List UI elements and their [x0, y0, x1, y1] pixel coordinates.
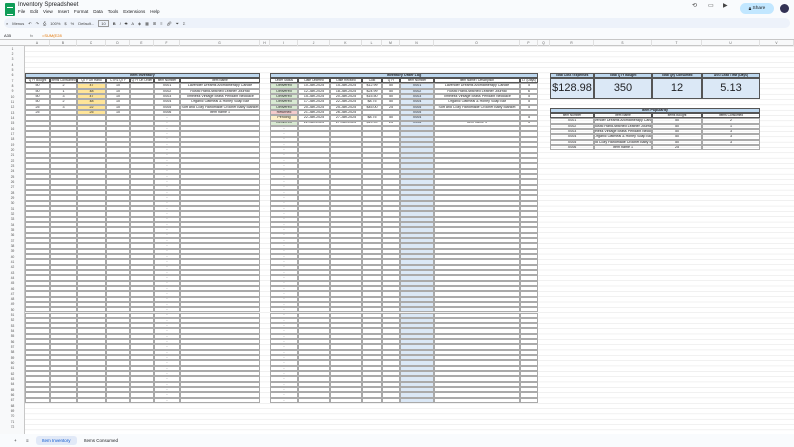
empty-cell[interactable] — [434, 397, 520, 404]
empty-cell[interactable]: - — [270, 397, 298, 404]
formula-input[interactable]: =SUM(E28 — [42, 33, 62, 38]
formula-bar: A35 fx =SUM(E28 — [0, 32, 794, 40]
column-header[interactable]: B — [50, 40, 77, 46]
sheets-logo-icon[interactable] — [5, 3, 15, 16]
empty-cell[interactable] — [50, 397, 77, 404]
column-header[interactable]: A — [25, 40, 50, 46]
column-header[interactable]: E — [130, 40, 154, 46]
fx-icon: fx — [30, 33, 34, 38]
column-header[interactable]: M — [382, 40, 400, 46]
row-header[interactable]: 72 — [0, 424, 25, 429]
font-size-input[interactable]: 10 — [98, 19, 109, 27]
link-icon[interactable]: 🔗︎ — [167, 21, 172, 26]
document-title[interactable]: Inventory Spreadsheet — [18, 2, 78, 8]
print-icon[interactable]: ⎙ — [43, 21, 46, 26]
menu-view[interactable]: View — [43, 9, 53, 14]
toolbar: ⌕ Menus ↶ ↷ ⎙ 100% $ % Default... 10 B I… — [4, 18, 790, 28]
menu-tools[interactable]: Tools — [108, 9, 119, 14]
font-select[interactable]: Default... — [78, 21, 94, 26]
column-header[interactable]: I — [270, 40, 298, 46]
column-header[interactable]: V — [760, 40, 794, 46]
column-header[interactable]: C — [77, 40, 106, 46]
empty-cell[interactable]: - — [154, 397, 180, 404]
column-header[interactable]: J — [298, 40, 330, 46]
tab-item-inventory[interactable]: Item Inventory — [36, 436, 77, 445]
popularity-cell[interactable]: X006 — [550, 145, 594, 151]
column-header[interactable]: U — [702, 40, 760, 46]
redo-icon[interactable]: ↷ — [36, 21, 39, 26]
kpi-value[interactable]: $128.98 — [550, 77, 594, 100]
borders-icon[interactable]: ▦ — [145, 21, 149, 26]
name-box[interactable]: A35 — [0, 33, 30, 38]
strikethrough-button[interactable]: S — [125, 21, 128, 26]
empty-cell[interactable] — [400, 397, 434, 404]
functions-icon[interactable]: Σ — [183, 21, 185, 26]
column-header[interactable]: D — [106, 40, 130, 46]
empty-cell[interactable] — [130, 397, 154, 404]
empty-cell[interactable] — [330, 397, 362, 404]
spreadsheet-grid[interactable]: 1 2 3 4 5 6 7 8 9 10 11 12 13 14 15 16 17 18 19 20 21 22 23 24 2… — [0, 40, 794, 434]
all-sheets-icon[interactable]: ≡ — [20, 436, 35, 445]
kpi-value[interactable]: 5.13 — [702, 77, 760, 100]
menu-extensions[interactable]: Extensions — [123, 9, 145, 14]
column-header[interactable]: F — [154, 40, 180, 46]
italic-button[interactable]: I — [120, 21, 121, 26]
popularity-cell[interactable]: Item name 1 — [594, 145, 652, 151]
history-icon[interactable]: ⟲ — [692, 2, 697, 9]
menu-data[interactable]: Data — [93, 9, 103, 14]
fill-color-icon[interactable]: ◈ — [138, 21, 141, 26]
comment-icon[interactable]: ▭ — [708, 2, 714, 9]
bold-button[interactable]: B — [113, 21, 116, 26]
text-color-button[interactable]: A — [131, 21, 134, 26]
empty-cell[interactable] — [106, 397, 130, 404]
empty-cell[interactable] — [382, 397, 400, 404]
menu-bar: File Edit View Insert Format Data Tools Extensi… — [18, 9, 160, 14]
merge-icon[interactable]: ⊞ — [153, 21, 156, 26]
menus-search[interactable]: Menus — [12, 21, 24, 26]
column-header[interactable]: H — [260, 40, 270, 46]
menu-file[interactable]: File — [18, 9, 25, 14]
column-header[interactable]: P — [520, 40, 538, 46]
empty-cell[interactable] — [520, 397, 538, 404]
column-header[interactable]: K — [330, 40, 362, 46]
share-button[interactable]: 🔒︎ Share — [740, 3, 774, 14]
popularity-cell[interactable] — [702, 145, 760, 151]
lock-icon: 🔒︎ — [748, 6, 752, 12]
align-icon[interactable]: ≡ — [160, 21, 162, 26]
column-header[interactable]: R — [550, 40, 594, 46]
row-headers: 1 2 3 4 5 6 7 8 9 10 11 12 13 14 15 16 17 18 19 20 21 22 23 24 2… — [0, 40, 25, 434]
percent-icon[interactable]: % — [71, 21, 75, 26]
meet-icon[interactable]: ▶ — [723, 2, 728, 9]
avatar[interactable] — [780, 4, 789, 13]
column-header[interactable]: T — [652, 40, 702, 46]
column-header[interactable]: Q — [538, 40, 550, 46]
undo-icon[interactable]: ↶ — [28, 21, 31, 26]
menu-insert[interactable]: Insert — [58, 9, 69, 14]
empty-cell[interactable] — [180, 397, 260, 404]
empty-cell[interactable] — [298, 397, 330, 404]
filter-icon[interactable]: ⏷ — [176, 21, 179, 26]
empty-cell[interactable] — [77, 397, 106, 404]
empty-cell[interactable] — [362, 397, 382, 404]
kpi-value[interactable]: 12 — [652, 77, 702, 100]
menu-help[interactable]: Help — [150, 9, 159, 14]
menu-format[interactable]: Format — [74, 9, 88, 14]
share-label: Share — [752, 6, 766, 11]
tab-items-consumed[interactable]: Items Consumed — [78, 436, 124, 445]
column-header[interactable]: L — [362, 40, 382, 46]
kpi-value[interactable]: 350 — [594, 77, 652, 100]
sheet-tab-bar: + ≡ Item Inventory Items Consumed — [0, 434, 794, 447]
column-header[interactable]: G — [180, 40, 260, 46]
column-header[interactable]: S — [594, 40, 652, 46]
currency-icon[interactable]: $ — [64, 21, 66, 26]
empty-cell[interactable] — [25, 397, 50, 404]
column-header[interactable]: N — [400, 40, 434, 46]
search-icon[interactable]: ⌕ — [6, 21, 8, 26]
popularity-cell[interactable]: 25 — [652, 145, 702, 151]
column-headers: ABCDEFGHIJKLMNOPQRSTUV — [0, 40, 794, 46]
menu-edit[interactable]: Edit — [30, 9, 38, 14]
zoom-select[interactable]: 100% — [50, 21, 60, 26]
column-header[interactable]: O — [434, 40, 520, 46]
